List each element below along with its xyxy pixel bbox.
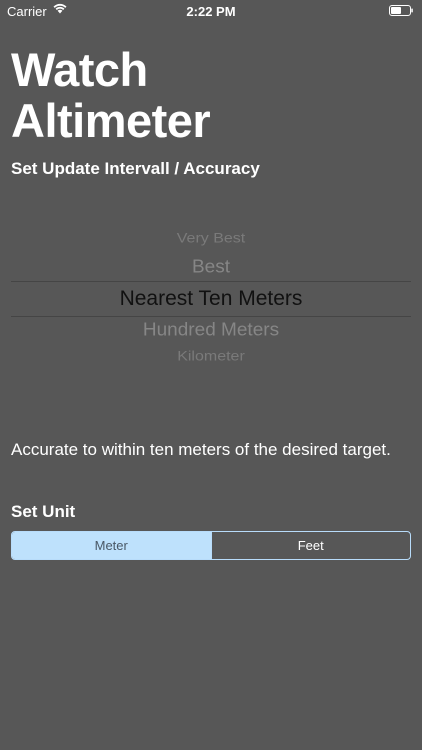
title-line-2: Altimeter (11, 94, 211, 147)
picker-option-best[interactable]: Best (11, 258, 411, 279)
unit-segment-meter[interactable]: Meter (12, 532, 211, 559)
accuracy-description: Accurate to within ten meters of the des… (11, 440, 391, 459)
picker-option-very-best[interactable]: Very Best (11, 231, 411, 246)
picker-option-hundred-meters[interactable]: Hundred Meters (11, 321, 411, 342)
status-bar: Carrier 2:22 PM (0, 0, 422, 22)
picker-selection-bottom-line (11, 316, 411, 317)
battery-icon (389, 5, 413, 16)
picker-option-nearest-ten-meters[interactable]: Nearest Ten Meters (11, 287, 411, 311)
title-line-1: Watch (11, 43, 148, 96)
accuracy-section-label: Set Update Intervall / Accuracy (11, 159, 260, 178)
unit-section-label: Set Unit (11, 502, 76, 521)
unit-segment-feet[interactable]: Feet (210, 532, 411, 559)
picker-option-kilometer[interactable]: Kilometer (11, 349, 411, 364)
page-title: Watch Altimeter (11, 44, 411, 146)
accuracy-picker[interactable]: Very Best Best Nearest Ten Meters Hundre… (11, 224, 411, 374)
unit-segmented-control[interactable]: Meter Feet (11, 531, 411, 560)
clock: 2:22 PM (186, 4, 236, 19)
picker-selection-top-line (11, 281, 411, 282)
